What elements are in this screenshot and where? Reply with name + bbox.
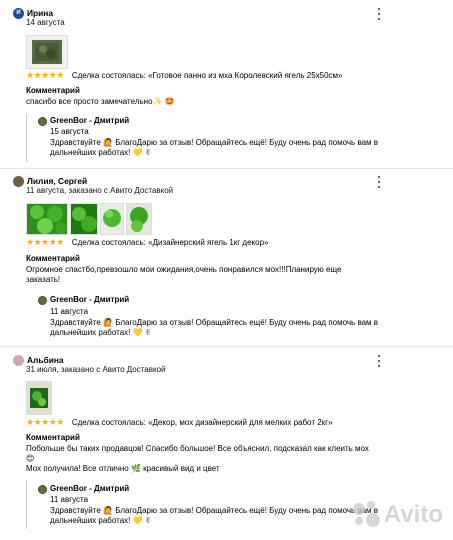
deal-title[interactable]: Сделка состоялась: «Готовое панно из мха… — [72, 71, 343, 81]
more-options-icon[interactable] — [377, 355, 381, 367]
reply-text-line: Здравствуйте 🙋 БлагоДарю за отзыв! Обращ… — [50, 506, 379, 515]
comment-text: Побольше бы таких продавцов! Спасибо бол… — [26, 444, 386, 474]
review-photo[interactable] — [100, 203, 124, 235]
deal-title[interactable]: Сделка состоялась: «Декор, мох дизайнерс… — [72, 418, 333, 428]
comment-text-line: Огромное спастбо,превзошло мои ожидания,… — [26, 265, 342, 274]
author-name[interactable]: Альбина — [27, 355, 64, 366]
comment-text-line: Мох получила! Все отлично 🌿 красивый вид… — [26, 464, 220, 473]
comment-text: спасибо все просто замечательно✨ 🤩 — [26, 97, 175, 106]
author-name[interactable]: Ирина — [27, 8, 53, 19]
more-options-icon[interactable] — [377, 176, 381, 188]
star-rating: ★★★★★ — [26, 70, 64, 81]
rating-row: ★★★★★ Сделка состоялась: «Готовое панно … — [26, 70, 343, 82]
reply-text: Здравствуйте 🙋 БлагоДарю за отзыв! Обращ… — [50, 138, 395, 158]
review-card: Лилия, Сергей 11 августа, заказано с Ави… — [0, 174, 453, 344]
comment-text: Огромное спастбо,превзошло мои ожидания,… — [26, 265, 386, 285]
avatar[interactable] — [13, 354, 24, 366]
review-photos — [26, 35, 68, 69]
review-divider — [0, 168, 453, 169]
avatar[interactable]: И — [13, 7, 24, 19]
review-photo[interactable] — [70, 203, 98, 235]
review-date: 31 июля, заказано с Авито Доставкой — [26, 365, 166, 374]
reply-date: 11 августа — [50, 307, 89, 316]
review-date: 11 августа, заказано с Авито Доставкой — [26, 186, 174, 195]
review-card: И Ирина 14 августа ★★★★★ Сделка состояла… — [0, 6, 453, 164]
reply-header: GreenBor - Дмитрий — [38, 116, 129, 126]
seller-avatar[interactable] — [38, 484, 47, 494]
avito-logo-icon — [352, 501, 381, 529]
star-rating: ★★★★★ — [26, 237, 64, 248]
reply-text-line: дальнейших работах! 💛 ✌ — [50, 328, 152, 337]
comment-text-line: заказать! — [26, 275, 61, 284]
comment-text-line: 😊 — [26, 454, 35, 463]
seller-name[interactable]: GreenBor - Дмитрий — [50, 116, 129, 126]
reply-text-line: дальнейших работах! 💛 ✌ — [50, 516, 152, 525]
review-photo[interactable] — [26, 35, 68, 69]
star-rating: ★★★★★ — [26, 417, 64, 428]
comment-label: Комментарий — [26, 254, 80, 263]
seller-avatar[interactable] — [38, 116, 47, 126]
comment-label: Комментарий — [26, 86, 80, 95]
reply-divider — [26, 114, 27, 162]
rating-row: ★★★★★ Сделка состоялась: «Дизайнерский я… — [26, 237, 268, 249]
comment-text-line: Побольше бы таких продавцов! Спасибо бол… — [26, 444, 369, 453]
seller-name[interactable]: GreenBor - Дмитрий — [50, 484, 129, 494]
avito-watermark: Avito — [352, 500, 443, 530]
reply-header: GreenBor - Дмитрий — [38, 484, 129, 494]
more-options-icon[interactable] — [377, 8, 381, 20]
review-photos — [26, 203, 152, 235]
review-divider — [0, 346, 453, 347]
reply-header: GreenBor - Дмитрий — [38, 295, 129, 305]
seller-avatar[interactable] — [38, 295, 47, 305]
reply-divider — [26, 481, 27, 529]
reply-text: Здравствуйте 🙋 БлагоДарю за отзыв! Обращ… — [50, 318, 395, 338]
watermark-text: Avito — [383, 501, 443, 528]
reply-text: Здравствуйте 🙋 БлагоДарю за отзыв! Обращ… — [50, 506, 395, 526]
review-photo[interactable] — [126, 203, 152, 235]
reply-date: 15 августа — [50, 127, 89, 136]
reply-date: 11 августа — [50, 495, 89, 504]
author-name[interactable]: Лилия, Сергей — [27, 176, 87, 187]
review-date: 14 августа — [26, 18, 65, 27]
reply-text-line: Здравствуйте 🙋 БлагоДарю за отзыв! Обращ… — [50, 318, 379, 327]
review-photos — [26, 381, 52, 415]
rating-row: ★★★★★ Сделка состоялась: «Декор, мох диз… — [26, 417, 333, 429]
avatar[interactable] — [13, 175, 24, 187]
review-photo[interactable] — [26, 381, 52, 415]
review-photo[interactable] — [26, 203, 68, 235]
seller-name[interactable]: GreenBor - Дмитрий — [50, 295, 129, 305]
reply-text-line: Здравствуйте 🙋 БлагоДарю за отзыв! Обращ… — [50, 138, 379, 147]
reply-text-line: дальнейших работах! 💛 ✌ — [50, 148, 152, 157]
comment-label: Комментарий — [26, 433, 80, 442]
deal-title[interactable]: Сделка состоялась: «Дизайнерский ягель 1… — [72, 238, 269, 248]
